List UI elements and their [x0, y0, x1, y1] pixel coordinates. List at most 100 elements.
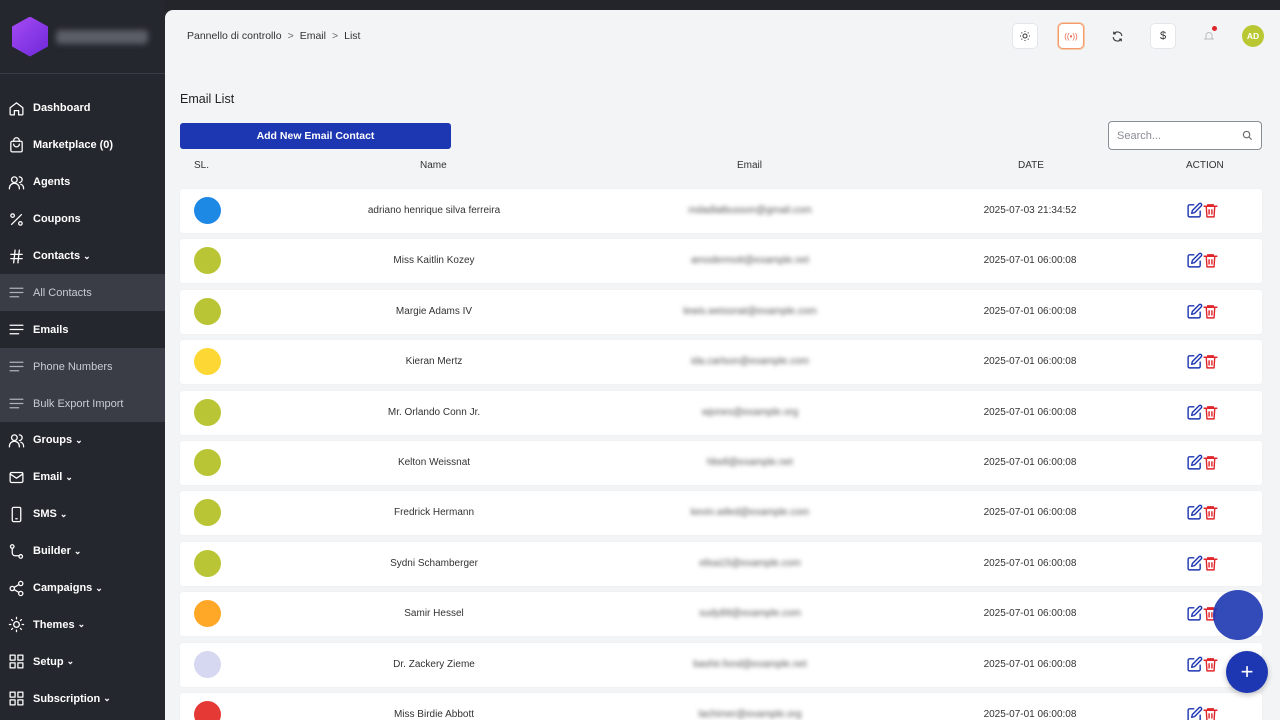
cell-name: Samir Hessel — [404, 608, 464, 620]
sun-icon[interactable] — [1012, 23, 1038, 49]
edit-icon[interactable] — [1186, 353, 1203, 370]
delete-icon[interactable] — [1202, 454, 1219, 471]
cell-email: sudy89@example.com — [699, 608, 801, 620]
currency-icon[interactable]: $ — [1150, 23, 1176, 49]
add-fab-button[interactable]: + — [1226, 651, 1268, 693]
notification-bell-icon[interactable] — [1196, 23, 1222, 49]
column-header-email: Email — [737, 160, 763, 171]
chevron-down-icon: ⌄ — [73, 545, 82, 556]
sidebar-item-marketplace-0[interactable]: Marketplace (0) — [0, 127, 165, 164]
main-content: Pannello di controllo > Email > List ((•… — [165, 10, 1280, 720]
brand-name-blurred — [56, 29, 148, 44]
phone-icon — [8, 506, 25, 523]
sidebar-item-agents[interactable]: Agents — [0, 164, 165, 201]
cell-name: adriano henrique silva ferreira — [367, 205, 501, 216]
live-broadcast-icon[interactable]: ((•)) — [1058, 23, 1084, 49]
sidebar-item-email[interactable]: Email ⌄ — [0, 459, 165, 496]
cell-email: lachimer@example.org — [698, 708, 802, 720]
breadcrumb-item-email[interactable]: Email — [300, 30, 326, 42]
sidebar-item-builder[interactable]: Builder ⌄ — [0, 533, 165, 570]
sidebar-item-label: Emails — [33, 323, 69, 336]
column-header-sl: SL. — [194, 160, 210, 171]
edit-icon[interactable] — [1186, 656, 1203, 673]
sidebar-item-label: Phone Numbers — [33, 360, 113, 373]
delete-icon[interactable] — [1202, 404, 1219, 421]
contact-avatar-dot — [194, 700, 221, 720]
sidebar-item-all-contacts[interactable]: All Contacts — [0, 274, 165, 312]
cell-email: lewis.weissnat@example.com — [683, 305, 817, 317]
sidebar-item-sms[interactable]: SMS ⌄ — [0, 496, 165, 533]
contact-avatar-dot — [194, 499, 221, 527]
cell-date: 2025-07-01 06:00:08 — [983, 456, 1077, 468]
chat-widget-button[interactable] — [1213, 590, 1263, 640]
delete-icon[interactable] — [1202, 353, 1219, 370]
cell-email: kevin.wiled@example.com — [690, 507, 810, 519]
list-icon — [8, 284, 25, 301]
column-header-name: Name — [420, 160, 447, 171]
table-row: Kieran Mertz ida.carlson@example.com 2025-… — [180, 340, 1262, 385]
grid-icon — [8, 690, 25, 707]
table-row: Dr. Zackery Zieme bashir.fond@example.net… — [180, 642, 1262, 687]
edit-icon[interactable] — [1186, 454, 1203, 471]
breadcrumb-item-home[interactable]: Pannello di controllo — [187, 30, 282, 42]
cell-date: 2025-07-01 06:00:08 — [983, 658, 1077, 670]
cell-name: Sydni Schamberger — [390, 557, 478, 569]
sidebar-item-subscription[interactable]: Subscription ⌄ — [0, 680, 165, 717]
add-email-contact-button[interactable]: Add New Email Contact — [180, 123, 451, 149]
cell-date: 2025-07-01 06:00:08 — [983, 356, 1077, 368]
contact-avatar-dot — [194, 297, 221, 325]
sidebar-item-themes[interactable]: Themes ⌄ — [0, 606, 165, 643]
sidebar-item-label: Themes — [33, 618, 75, 631]
sidebar-item-campaigns[interactable]: Campaigns ⌄ — [0, 570, 165, 607]
cell-date: 2025-07-01 06:00:08 — [983, 557, 1077, 569]
edit-icon[interactable] — [1186, 504, 1203, 521]
cell-date: 2025-07-01 06:00:08 — [983, 305, 1077, 317]
breadcrumb: Pannello di controllo > Email > List — [187, 30, 360, 42]
table-row: Miss Kaitlin Kozey amodermott@example.net… — [180, 239, 1262, 284]
avatar[interactable]: AD — [1242, 25, 1264, 47]
sidebar-item-setup[interactable]: Setup ⌄ — [0, 643, 165, 680]
cell-email: bashir.fond@example.net — [693, 658, 807, 670]
edit-icon[interactable] — [1186, 202, 1203, 219]
sidebar-item-label: Coupons — [33, 213, 81, 226]
delete-icon[interactable] — [1202, 555, 1219, 572]
users-icon — [8, 432, 25, 449]
column-header-date: DATE — [1018, 160, 1044, 171]
cell-date: 2025-07-01 06:00:08 — [983, 406, 1077, 418]
cell-email: mdadlatbusson@gmail.com — [688, 205, 812, 216]
search-input[interactable] — [1117, 129, 1235, 142]
sidebar-item-label: Bulk Export Import — [33, 397, 124, 410]
sidebar-item-groups[interactable]: Groups ⌄ — [0, 422, 165, 459]
sidebar-item-dashboard[interactable]: Dashboard — [0, 90, 165, 127]
edit-icon[interactable] — [1186, 303, 1203, 320]
edit-icon[interactable] — [1186, 605, 1203, 622]
sidebar-item-coupons[interactable]: Coupons — [0, 201, 165, 238]
edit-icon[interactable] — [1186, 252, 1203, 269]
chevron-down-icon: ⌄ — [77, 619, 86, 630]
edit-icon[interactable] — [1186, 555, 1203, 572]
sidebar-item-bulk-export-import[interactable]: Bulk Export Import — [0, 385, 165, 423]
sidebar-item-contacts[interactable]: Contacts ⌄ — [0, 238, 165, 275]
sidebar-nav: Dashboard Marketplace (0) Agents Coupons Con… — [0, 90, 165, 717]
delete-icon[interactable] — [1202, 202, 1219, 219]
chevron-down-icon: ⌄ — [59, 508, 68, 519]
sidebar: Dashboard Marketplace (0) Agents Coupons Con… — [0, 0, 165, 720]
sidebar-item-phone-numbers[interactable]: Phone Numbers — [0, 348, 165, 386]
refresh-icon[interactable] — [1104, 23, 1130, 49]
edit-icon[interactable] — [1186, 706, 1203, 720]
cell-date: 2025-07-03 21:34:52 — [983, 205, 1077, 216]
search-icon[interactable] — [1242, 130, 1253, 141]
delete-icon[interactable] — [1202, 504, 1219, 521]
cell-name: Margie Adams IV — [395, 305, 473, 317]
delete-icon[interactable] — [1202, 252, 1219, 269]
edit-icon[interactable] — [1186, 404, 1203, 421]
cell-name: Miss Kaitlin Kozey — [393, 255, 475, 267]
sidebar-item-emails[interactable]: Emails — [0, 311, 165, 349]
table-header: SL. Name Email DATE ACTION — [180, 160, 1262, 174]
cell-email: wjones@example.org — [701, 406, 799, 418]
delete-icon[interactable] — [1202, 303, 1219, 320]
delete-icon[interactable] — [1202, 656, 1219, 673]
delete-icon[interactable] — [1202, 706, 1219, 720]
brand[interactable] — [0, 0, 165, 74]
sidebar-item-label: Agents — [33, 176, 71, 189]
